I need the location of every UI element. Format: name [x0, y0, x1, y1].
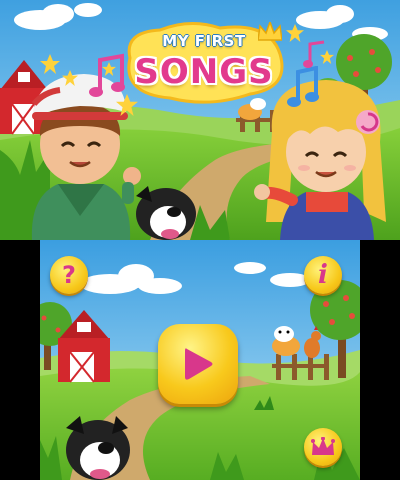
star-icon: [102, 62, 116, 76]
crown-button[interactable]: [304, 428, 342, 466]
help-button[interactable]: ?: [50, 256, 88, 294]
info-icon: i: [318, 260, 328, 290]
game-logo: MY FIRST SONGS: [120, 18, 288, 104]
play-button[interactable]: [158, 324, 238, 404]
star-icon: [40, 54, 60, 74]
dog-character: [136, 186, 196, 240]
dog-character: [66, 416, 130, 480]
top-screen: MY FIRST SONGS: [0, 0, 400, 240]
logo-title-line2: SONGS: [134, 52, 274, 92]
star-icon: [320, 50, 334, 64]
screen-border-left: [0, 240, 40, 480]
music-note-icon: [287, 66, 319, 107]
crown-icon: [311, 437, 335, 455]
logo-title-line1: MY FIRST: [162, 32, 246, 50]
star-icon: [286, 24, 304, 42]
play-triangle-icon: [185, 348, 213, 380]
info-button[interactable]: i: [304, 256, 342, 294]
screen-border-right: [360, 240, 400, 480]
star-icon: [62, 70, 78, 86]
question-mark-icon: ?: [62, 261, 76, 289]
bottom-screen: ? i: [40, 240, 360, 480]
